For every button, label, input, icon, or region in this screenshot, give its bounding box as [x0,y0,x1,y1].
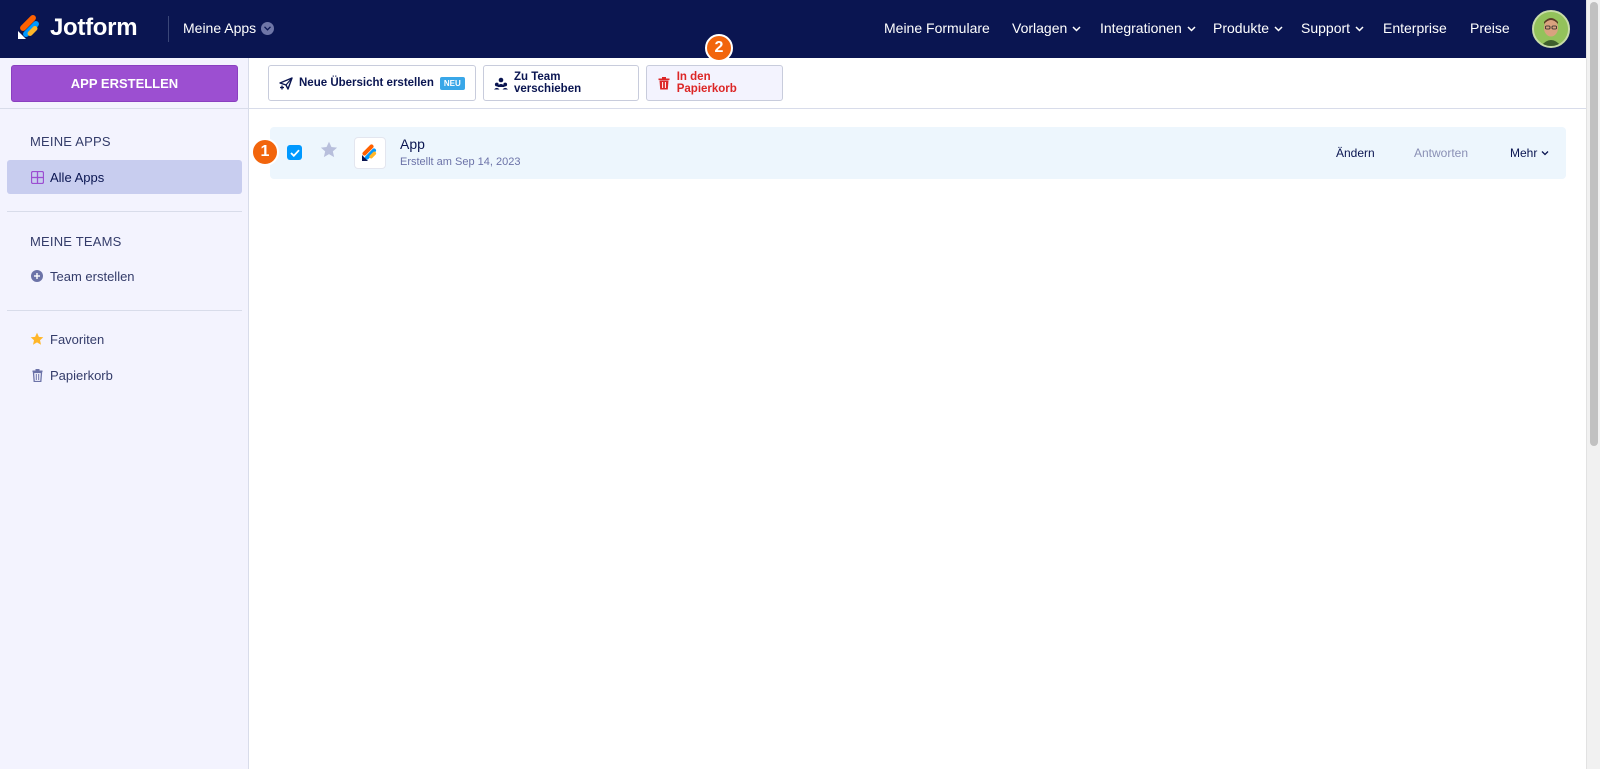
scrollbar-thumb[interactable] [1590,2,1598,446]
nav-label: Integrationen [1100,20,1182,36]
nav-label: Preise [1470,20,1510,36]
chevron-down-icon [1541,151,1549,156]
chevron-down-icon [1274,25,1283,32]
send-plus-icon [279,76,293,90]
move-to-trash-label: In den Papierkorb [676,71,737,95]
trash-icon [30,368,44,382]
sidebar-item-favorites[interactable]: Favoriten [7,322,242,356]
nav-label: Vorlagen [1012,20,1068,36]
checkmark-icon [289,149,300,157]
page-scrollbar[interactable] [1586,0,1600,769]
edit-app-button[interactable]: Ändern [1336,146,1375,160]
chevron-down-icon [261,21,275,35]
top-navigation-bar: Jotform Meine Apps Meine Formulare Vorla… [0,0,1586,58]
sidebar-divider [7,310,242,311]
more-label: Mehr [1510,146,1538,160]
team-move-icon [494,76,508,90]
sidebar-item-label: Papierkorb [50,367,113,383]
nav-pricing[interactable]: Preise [1470,20,1510,36]
new-overview-button[interactable]: Neue Übersicht erstellen NEU [268,65,476,101]
nav-integrations[interactable]: Integrationen [1100,20,1196,36]
new-badge: NEU [439,76,465,90]
create-app-button[interactable]: APP ERSTELLEN [11,65,238,102]
my-teams-heading: MEINE TEAMS [30,234,122,249]
more-dropdown-button[interactable]: Mehr [1510,146,1549,160]
sidebar-item-label: Favoriten [50,331,105,347]
jotform-logo[interactable]: Jotform [16,14,138,42]
chevron-down-icon [1355,25,1364,32]
sidebar-divider [7,211,242,212]
sidebar-item-create-team[interactable]: Team erstellen [7,259,242,293]
sidebar-item-all-apps[interactable]: Alle Apps [7,160,242,194]
move-to-trash-button[interactable]: In den Papierkorb [646,65,783,101]
sidebar: APP ERSTELLEN MEINE APPS Alle Apps MEINE… [0,58,249,769]
nav-my-forms[interactable]: Meine Formulare [884,20,990,36]
sidebar-item-label: Alle Apps [50,169,105,185]
nav-label: Meine Formulare [884,20,990,36]
nav-support[interactable]: Support [1301,20,1364,36]
brand-name: Jotform [50,14,138,41]
move-to-team-button[interactable]: Zu Team verschieben [483,65,639,101]
app-list-item[interactable]: App Erstellt am Sep 14, 2023 Ändern Antw… [270,127,1566,179]
nav-products[interactable]: Produkte [1213,20,1283,36]
nav-label: Support [1301,20,1351,36]
step-marker-1: 1 [251,138,279,166]
my-apps-heading: MEINE APPS [30,134,111,149]
nav-label: Enterprise [1383,20,1447,36]
workspace-dropdown[interactable]: Meine Apps [183,20,275,36]
chevron-down-icon [1072,25,1081,32]
header-divider [168,16,169,42]
step-marker-2: 2 [705,34,733,62]
sidebar-item-trash[interactable]: Papierkorb [7,358,242,392]
grid-icon [30,170,44,184]
plus-circle-icon [30,269,44,283]
action-toolbar: Neue Übersicht erstellen NEU Zu Team ver… [249,58,1586,109]
nav-label: Produkte [1213,20,1270,36]
favorite-star-icon[interactable] [320,141,338,162]
responses-button[interactable]: Antworten [1414,146,1468,160]
app-title[interactable]: App [400,136,425,152]
jotform-logo-icon [16,15,42,41]
user-avatar[interactable] [1532,10,1570,48]
star-icon [30,332,44,346]
user-avatar-icon [1534,12,1568,46]
app-select-checkbox[interactable] [287,145,302,160]
workspace-dropdown-label: Meine Apps [183,20,257,36]
jotform-app-icon [354,137,386,169]
new-overview-label: Neue Übersicht erstellen [299,77,434,89]
nav-templates[interactable]: Vorlagen [1012,20,1081,36]
sidebar-item-label: Team erstellen [50,268,135,284]
trash-icon [657,76,671,90]
app-created-date: Erstellt am Sep 14, 2023 [400,156,521,168]
chevron-down-icon [1187,25,1196,32]
nav-enterprise[interactable]: Enterprise [1383,20,1447,36]
move-to-team-label: Zu Team verschieben [514,71,582,95]
sidebar-divider [0,108,249,109]
